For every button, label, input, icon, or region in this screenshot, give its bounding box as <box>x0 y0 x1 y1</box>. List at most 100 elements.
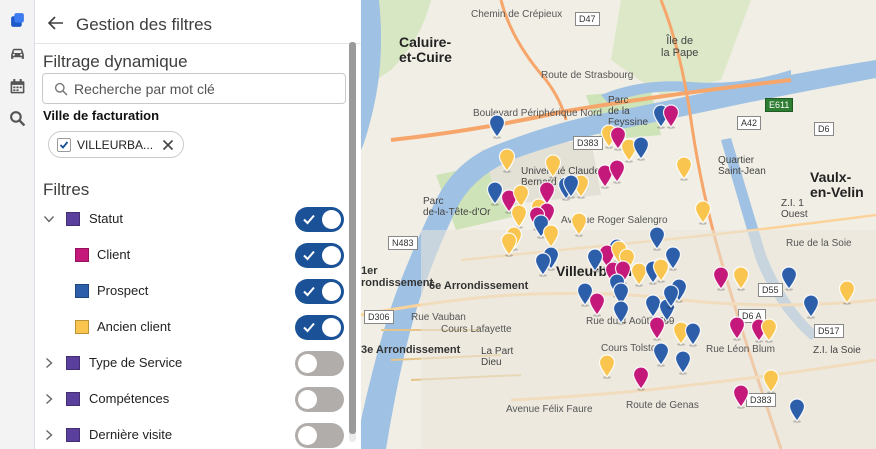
filter-row-type-de-service[interactable]: Type de Service <box>35 348 361 378</box>
map-area-label: Z.I. 1 Ouest <box>781 198 808 220</box>
filter-toggle[interactable] <box>295 207 344 232</box>
toggle-knob <box>322 282 341 301</box>
scrollbar-thumb[interactable] <box>349 42 356 434</box>
map-pin-prospect[interactable] <box>612 300 630 325</box>
filter-toggle[interactable] <box>295 387 344 412</box>
filter-color-swatch <box>75 320 89 334</box>
road-shield: D47 <box>575 12 600 26</box>
check-icon <box>303 250 315 261</box>
road-shield: D55 <box>758 283 783 297</box>
map-pin-prospect[interactable] <box>534 252 552 277</box>
filter-color-swatch <box>66 212 80 226</box>
map-pin-client[interactable] <box>712 266 730 291</box>
dynamic-filter-title: Filtrage dynamique <box>43 52 188 71</box>
map-road-label: Avenue Félix Faure <box>506 404 593 415</box>
billing-city-label: Ville de facturation <box>43 108 160 123</box>
road-shield: A42 <box>737 116 762 130</box>
filter-row-client[interactable]: Client <box>35 240 361 270</box>
search-box[interactable] <box>42 73 346 104</box>
city-filter-pill[interactable]: VILLEURBA... <box>48 131 184 158</box>
panel-header: Gestion des filtres <box>35 0 361 44</box>
search-input[interactable] <box>74 78 334 100</box>
map-pin-client[interactable] <box>632 366 650 391</box>
map-pin-ancien-client[interactable] <box>675 156 693 181</box>
map-pin-prospect[interactable] <box>488 114 506 139</box>
map-pin-prospect[interactable] <box>586 248 604 273</box>
map-pin-prospect[interactable] <box>780 266 798 291</box>
filter-row-competences[interactable]: Compétences <box>35 384 361 414</box>
map-pin-ancien-client[interactable] <box>652 258 670 283</box>
map-area-label: La Part Dieu <box>481 346 514 368</box>
map-view[interactable]: Caluire- et-Cuire Vaulx- en-Velin Villeu… <box>361 0 876 449</box>
map-road-label: Cours Lafayette <box>441 324 512 335</box>
check-icon <box>303 214 315 225</box>
chevron-right-icon[interactable] <box>43 429 55 441</box>
map-district-label: 6e Arrondissement <box>429 280 529 292</box>
panel-scrollbar[interactable] <box>349 42 356 442</box>
close-icon[interactable] <box>162 139 174 151</box>
filter-row-statut[interactable]: Statut <box>35 204 361 234</box>
map-area-label: Quartier Saint-Jean <box>718 155 766 177</box>
search-icon[interactable] <box>0 101 35 135</box>
map-pin-client[interactable] <box>662 104 680 129</box>
filter-toggle[interactable] <box>295 243 344 268</box>
map-pin-client[interactable] <box>648 316 666 341</box>
filters-title: Filtres <box>43 180 90 199</box>
map-pin-ancien-client[interactable] <box>570 212 588 237</box>
map-pin-ancien-client[interactable] <box>500 232 518 257</box>
filter-label: Ancien client <box>97 319 171 334</box>
map-pin-client[interactable] <box>608 159 626 184</box>
filter-toggle[interactable] <box>295 315 344 340</box>
map-pin-ancien-client[interactable] <box>498 148 516 173</box>
map-road-label: Cours Tolstoï <box>601 343 660 354</box>
toggle-knob <box>298 426 317 445</box>
chevron-right-icon[interactable] <box>43 393 55 405</box>
map-road-label: Chemin de Crépieux <box>471 9 563 20</box>
map-pin-prospect[interactable] <box>788 398 806 423</box>
check-icon <box>303 286 315 297</box>
map-pin-client[interactable] <box>728 316 746 341</box>
filter-row-ancien-client[interactable]: Ancien client <box>35 312 361 342</box>
app-logo-icon[interactable] <box>0 3 35 37</box>
filter-toggle[interactable] <box>295 423 344 448</box>
map-pin-ancien-client[interactable] <box>760 318 778 343</box>
map-place-label: Vaulx- en-Velin <box>810 169 864 200</box>
filter-row-derniere-visite[interactable]: Dernière visite <box>35 420 361 449</box>
filter-row-prospect[interactable]: Prospect <box>35 276 361 306</box>
map-pin-ancien-client[interactable] <box>838 280 856 305</box>
map-pin-ancien-client[interactable] <box>762 369 780 394</box>
filter-label: Dernière visite <box>89 427 173 442</box>
car-icon[interactable] <box>0 36 35 70</box>
map-district-label: 3e Arrondissement <box>361 344 461 356</box>
map-pin-prospect[interactable] <box>674 350 692 375</box>
map-pin-client[interactable] <box>588 292 606 317</box>
check-icon <box>303 322 315 333</box>
map-pin-prospect[interactable] <box>562 174 580 199</box>
back-arrow-icon[interactable] <box>47 15 65 31</box>
toggle-knob <box>322 210 341 229</box>
map-pin-prospect[interactable] <box>802 294 820 319</box>
toggle-knob <box>298 354 317 373</box>
filter-label: Compétences <box>89 391 170 406</box>
filter-toggle[interactable] <box>295 279 344 304</box>
check-icon <box>59 141 69 149</box>
chevron-right-icon[interactable] <box>43 357 55 369</box>
map-area-label: Parc de-la-Tête-d'Or <box>423 196 491 218</box>
filter-label: Type de Service <box>89 355 183 370</box>
map-pin-prospect[interactable] <box>684 322 702 347</box>
filter-toggle[interactable] <box>295 351 344 376</box>
chevron-down-icon[interactable] <box>43 213 55 225</box>
map-road-label: Route de Genas <box>626 400 699 411</box>
toggle-knob <box>322 318 341 337</box>
map-pin-prospect[interactable] <box>652 342 670 367</box>
map-pin-ancien-client[interactable] <box>732 266 750 291</box>
map-pin-prospect[interactable] <box>632 136 650 161</box>
map-pin-prospect[interactable] <box>662 284 680 309</box>
map-area-label: Île de la Pape <box>661 35 699 59</box>
filter-color-swatch <box>66 392 80 406</box>
map-pin-ancien-client[interactable] <box>598 354 616 379</box>
pill-checkbox[interactable] <box>57 138 71 152</box>
map-pin-ancien-client[interactable] <box>694 200 712 225</box>
calendar-icon[interactable] <box>0 69 35 103</box>
map-pin-client[interactable] <box>732 384 750 409</box>
